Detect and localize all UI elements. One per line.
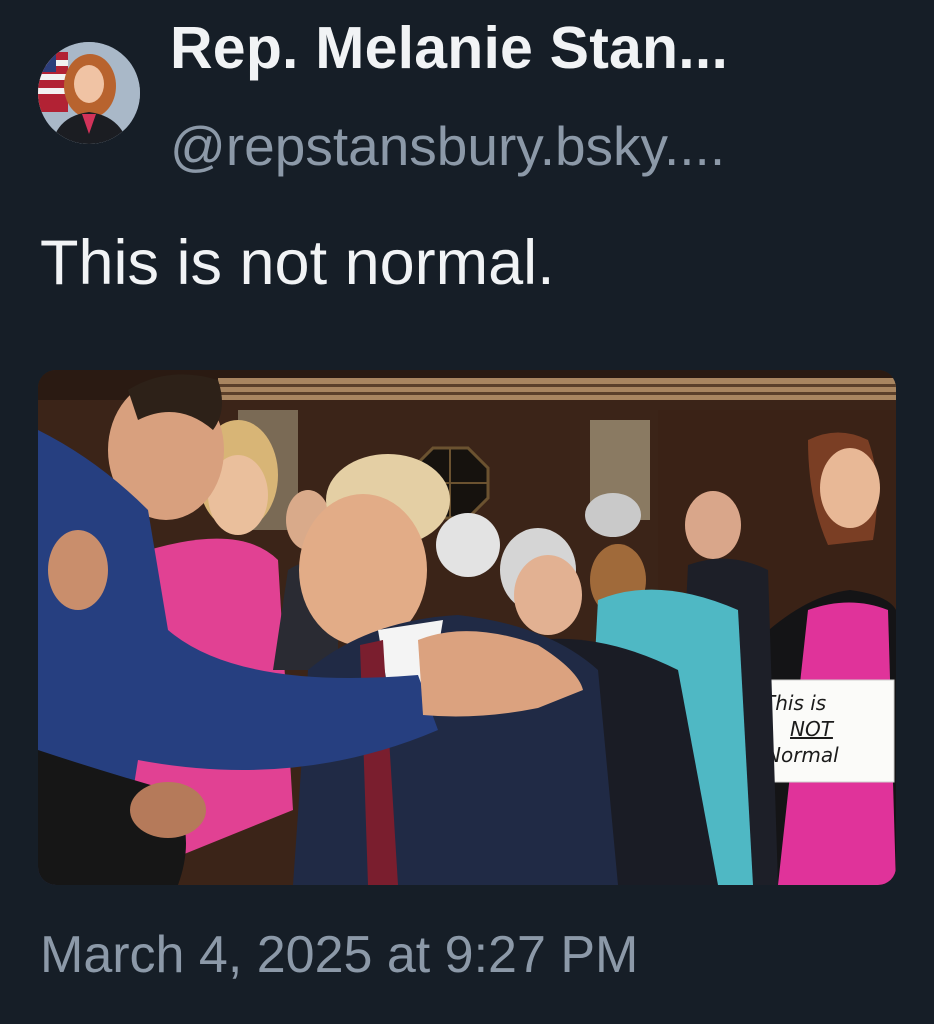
post-card: Rep. Melanie Stan... @repstansbury.bsky.… — [0, 0, 934, 1024]
post-image[interactable]: This is NOT Normal — [38, 370, 896, 885]
post-timestamp[interactable]: March 4, 2025 at 9:27 PM — [40, 925, 638, 985]
author-handle[interactable]: @repstansbury.bsky.... — [170, 114, 725, 178]
author-display-name[interactable]: Rep. Melanie Stan... — [170, 14, 728, 82]
author-avatar[interactable] — [38, 42, 140, 144]
sign-line-3: Normal — [766, 743, 839, 767]
post-text: This is not normal. — [40, 228, 555, 298]
sign-line-2: NOT — [790, 717, 835, 741]
